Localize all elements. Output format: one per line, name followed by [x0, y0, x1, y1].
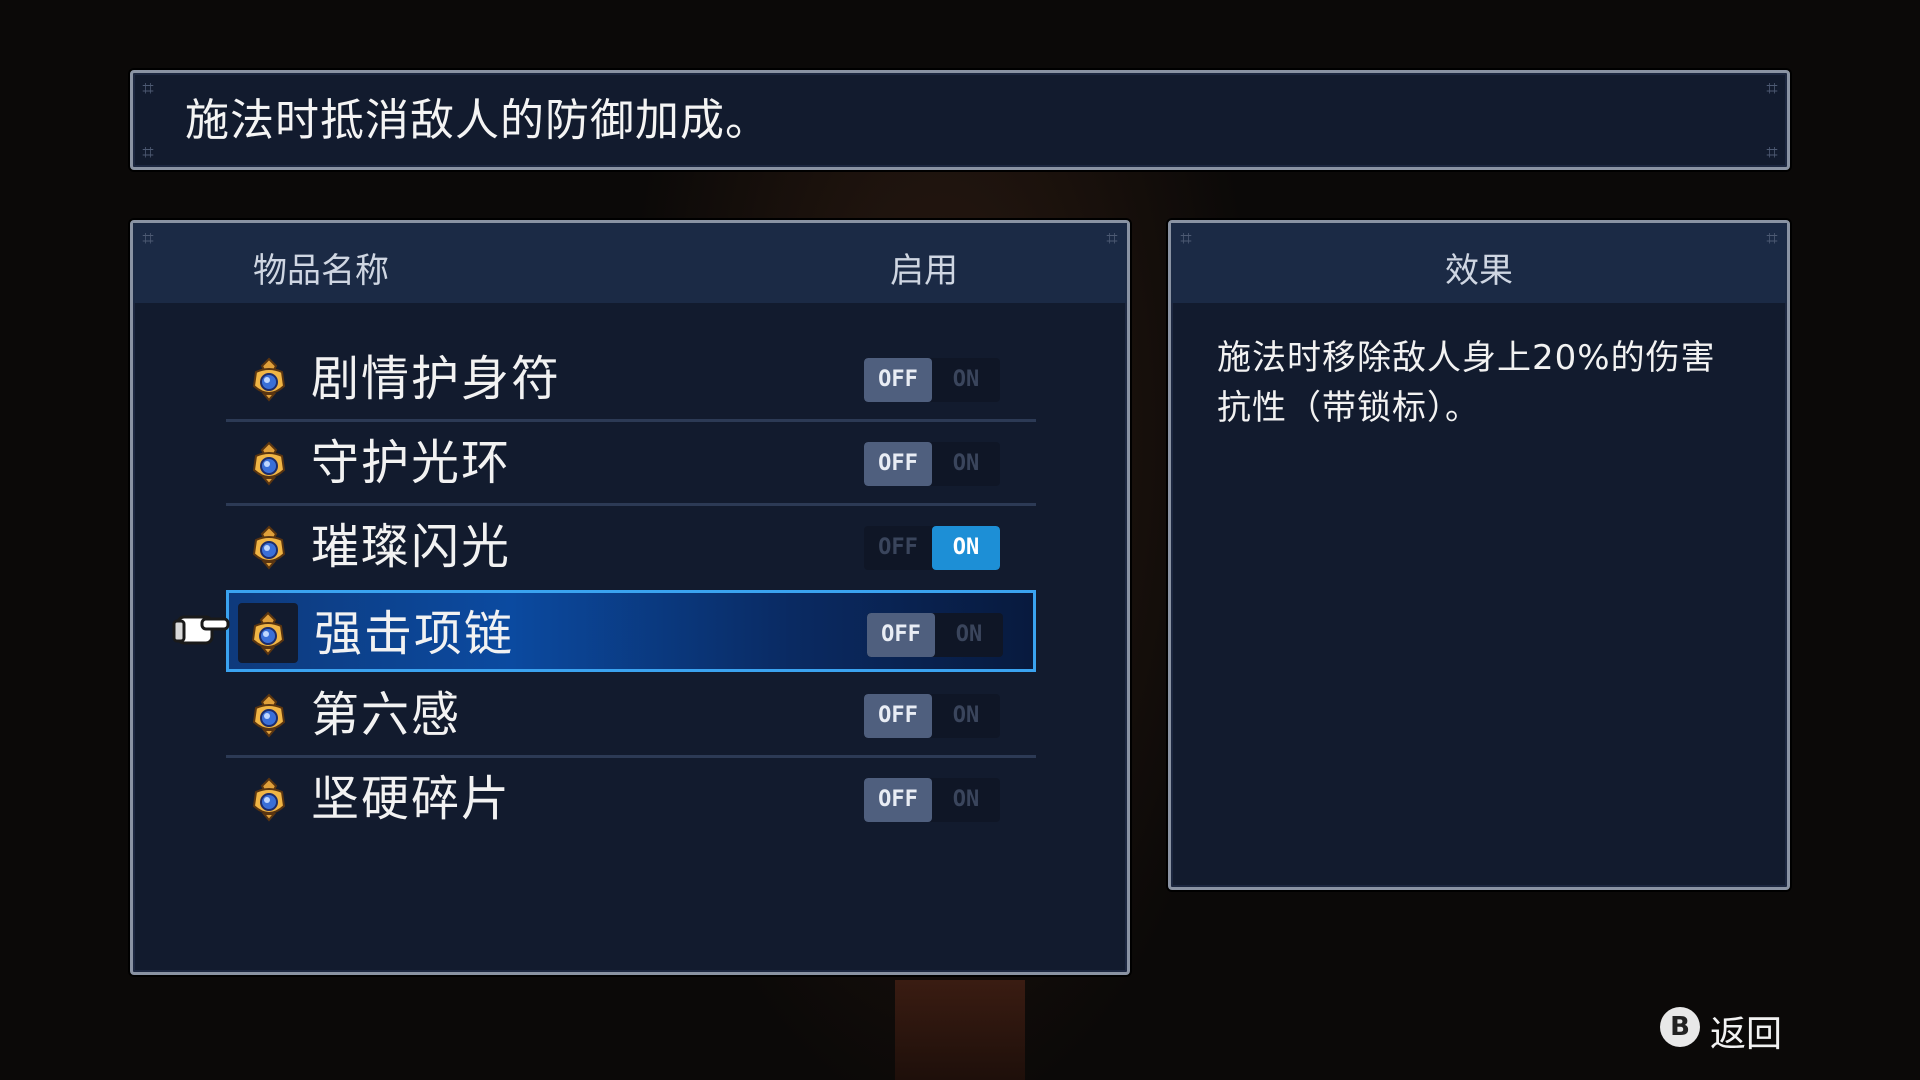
amulet-icon	[246, 524, 292, 570]
item-name: 剧情护身符	[311, 351, 562, 407]
item-name: 璀璨闪光	[311, 519, 512, 575]
effect-panel: ⌗ ⌗ 效果 施法时移除敌人身上20%的伤害抗性（带锁标）。	[1168, 220, 1790, 890]
corner-ornament-icon: ⌗	[142, 226, 154, 250]
toggle-on-option[interactable]: ON	[932, 778, 1000, 822]
amulet-icon	[238, 603, 298, 663]
item-row[interactable]: 强击项链 OFF ON	[226, 590, 1036, 672]
toggle-on-option[interactable]: ON	[932, 442, 1000, 486]
toggle-off-option[interactable]: OFF	[864, 526, 932, 570]
toggle-off-option[interactable]: OFF	[864, 694, 932, 738]
effect-title: 效果	[1445, 251, 1513, 291]
b-button-icon: B	[1660, 1007, 1700, 1047]
toggle-off-option[interactable]: OFF	[864, 442, 932, 486]
toggle-on-option[interactable]: ON	[932, 526, 1000, 570]
toggle-off-option[interactable]: OFF	[864, 358, 932, 402]
enable-toggle[interactable]: OFF ON	[867, 613, 1003, 657]
amulet-icon	[246, 356, 292, 402]
toggle-off-option[interactable]: OFF	[867, 613, 935, 657]
enable-toggle[interactable]: OFF ON	[864, 442, 1000, 486]
enable-toggle[interactable]: OFF ON	[864, 526, 1000, 570]
corner-ornament-icon: ⌗	[1766, 140, 1778, 164]
effect-header: ⌗ ⌗ 效果	[1171, 223, 1787, 303]
item-row[interactable]: 守护光环 OFF ON	[226, 422, 1036, 506]
pointing-hand-icon	[172, 603, 232, 653]
enable-toggle[interactable]: OFF ON	[864, 694, 1000, 738]
item-name: 坚硬碎片	[311, 771, 512, 827]
item-row[interactable]: 坚硬碎片 OFF ON	[226, 758, 1036, 840]
description-panel: ⌗ ⌗ ⌗ ⌗ 施法时抵消敌人的防御加成。	[130, 70, 1790, 170]
list-header: ⌗ ⌗ 物品名称 启用	[133, 223, 1127, 303]
amulet-icon	[246, 776, 292, 822]
toggle-on-option[interactable]: ON	[932, 694, 1000, 738]
back-label: 返回	[1710, 1014, 1783, 1055]
enable-toggle[interactable]: OFF ON	[864, 778, 1000, 822]
item-row[interactable]: 璀璨闪光 OFF ON	[226, 506, 1036, 588]
item-list-panel: ⌗ ⌗ 物品名称 启用 剧情护身符 OFF ON 守护光环 OFF ON 璀璨闪光 OFF ON…	[130, 220, 1130, 975]
item-description: 施法时抵消敌人的防御加成。	[185, 95, 770, 146]
amulet-icon	[246, 692, 292, 738]
column-header-enable: 启用	[890, 251, 958, 291]
enable-toggle[interactable]: OFF ON	[864, 358, 1000, 402]
corner-ornament-icon: ⌗	[1766, 76, 1778, 100]
effect-description: 施法时移除敌人身上20%的伤害抗性（带锁标）。	[1217, 338, 1716, 428]
item-name: 第六感	[311, 687, 462, 743]
item-row[interactable]: 剧情护身符 OFF ON	[226, 338, 1036, 422]
background-pillar	[895, 980, 1025, 1080]
column-header-item-name: 物品名称	[253, 251, 389, 291]
corner-ornament-icon: ⌗	[142, 76, 154, 100]
corner-ornament-icon: ⌗	[1106, 226, 1118, 250]
toggle-on-option[interactable]: ON	[935, 613, 1003, 657]
item-row[interactable]: 第六感 OFF ON	[226, 674, 1036, 758]
amulet-icon	[246, 440, 292, 486]
toggle-on-option[interactable]: ON	[932, 358, 1000, 402]
item-name: 守护光环	[311, 435, 512, 491]
item-name: 强击项链	[314, 606, 515, 662]
toggle-off-option[interactable]: OFF	[864, 778, 932, 822]
corner-ornament-icon: ⌗	[142, 140, 154, 164]
